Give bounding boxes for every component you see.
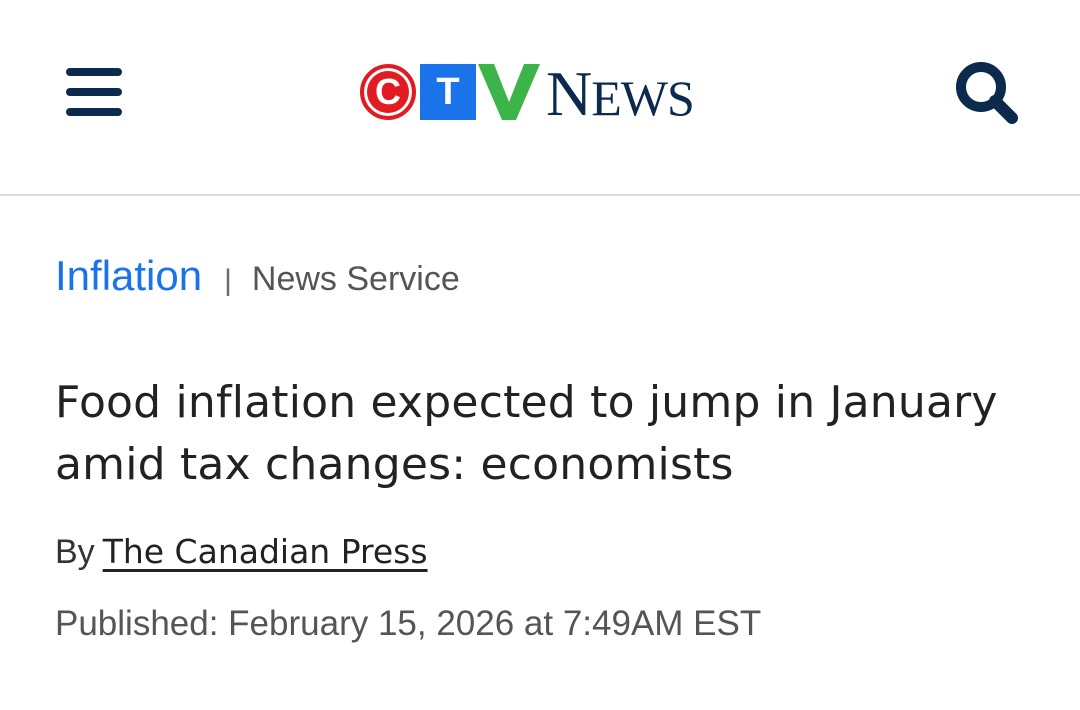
category-link[interactable]: Inflation (55, 252, 202, 300)
published-timestamp: Published: February 15, 2026 at 7:49AM E… (55, 604, 762, 643)
logo-wordmark-first: N (546, 58, 592, 129)
menu-bar (66, 88, 122, 96)
article-headline: Food inflation expected to jump in Janua… (55, 377, 998, 490)
source-label: News Service (251, 260, 460, 298)
article-kicker: Inflation | News Service (55, 252, 460, 308)
hamburger-menu-icon[interactable] (64, 66, 124, 118)
logo-v-letter (478, 64, 540, 120)
site-header: C T NEWS (0, 0, 1080, 196)
logo-c-letter: C (360, 64, 416, 120)
search-icon[interactable] (952, 58, 1022, 128)
author-link[interactable]: The Canadian Press (103, 532, 428, 571)
logo-wordmark-rest: EWS (591, 70, 695, 126)
magnifier-search-icon (956, 62, 1018, 124)
menu-bar (66, 68, 122, 76)
logo-wordmark: NEWS (546, 58, 695, 129)
ctv-news-logo[interactable]: C T NEWS (360, 62, 695, 126)
article-byline: By The Canadian Press (55, 530, 428, 574)
kicker-separator: | (224, 264, 232, 297)
logo-t-letter: T (420, 64, 476, 120)
byline-prefix: By (55, 533, 95, 571)
menu-bar (66, 108, 122, 116)
